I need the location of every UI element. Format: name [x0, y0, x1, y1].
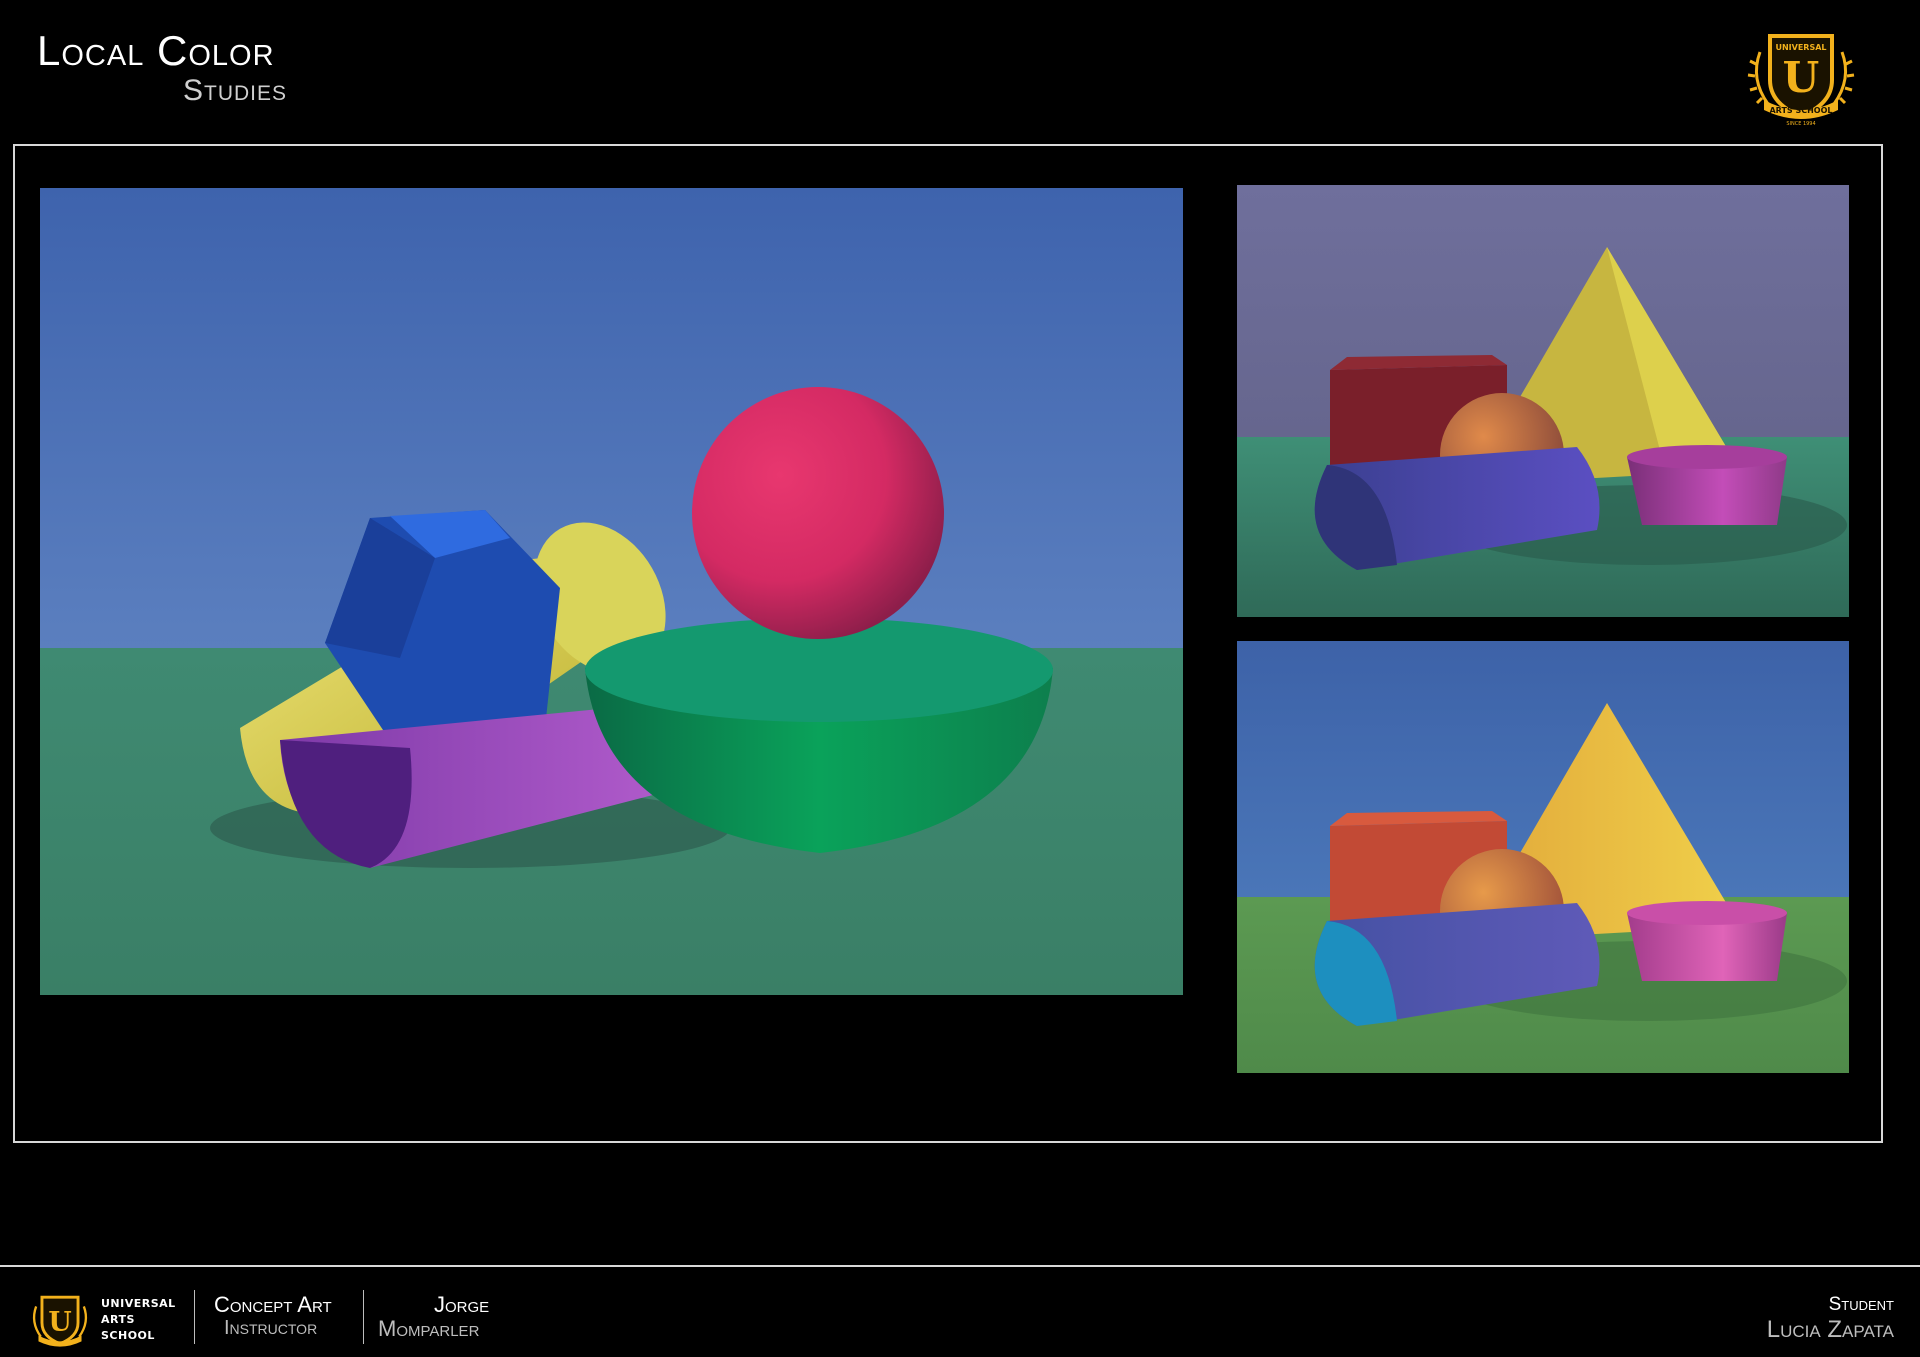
- study-painting-dusk: [1237, 185, 1849, 617]
- school-logo: UNIVERSAL U ARTS SCHOOL SINCE 1994: [1746, 24, 1856, 130]
- course-name: Concept Art: [214, 1292, 332, 1317]
- page-subtitle: Studies: [183, 74, 288, 107]
- svg-text:UNIVERSAL: UNIVERSAL: [1775, 43, 1826, 52]
- svg-text:U: U: [48, 1307, 71, 1338]
- svg-text:SINCE 1994: SINCE 1994: [1786, 121, 1815, 127]
- student-name: Lucia Zapata: [1766, 1316, 1894, 1343]
- main-study-painting: [40, 188, 1183, 995]
- study-painting-daylight: [1237, 641, 1849, 1073]
- page-title: Local Color: [37, 27, 275, 74]
- svg-text:U: U: [1783, 53, 1820, 102]
- footer-school-logo: U: [28, 1290, 92, 1352]
- instructor-first-name: Jorge: [434, 1292, 490, 1317]
- student-label: Student: [1828, 1294, 1894, 1315]
- footer-separator: [363, 1290, 364, 1344]
- instructor-label: Instructor: [224, 1317, 318, 1339]
- footer-divider: [0, 1265, 1920, 1267]
- footer-school-name: UNIVERSAL ARTS SCHOOL: [101, 1297, 176, 1342]
- footer-separator: [194, 1290, 195, 1344]
- svg-text:ARTS SCHOOL: ARTS SCHOOL: [1769, 106, 1832, 115]
- instructor-last-name: Momparler: [378, 1316, 480, 1341]
